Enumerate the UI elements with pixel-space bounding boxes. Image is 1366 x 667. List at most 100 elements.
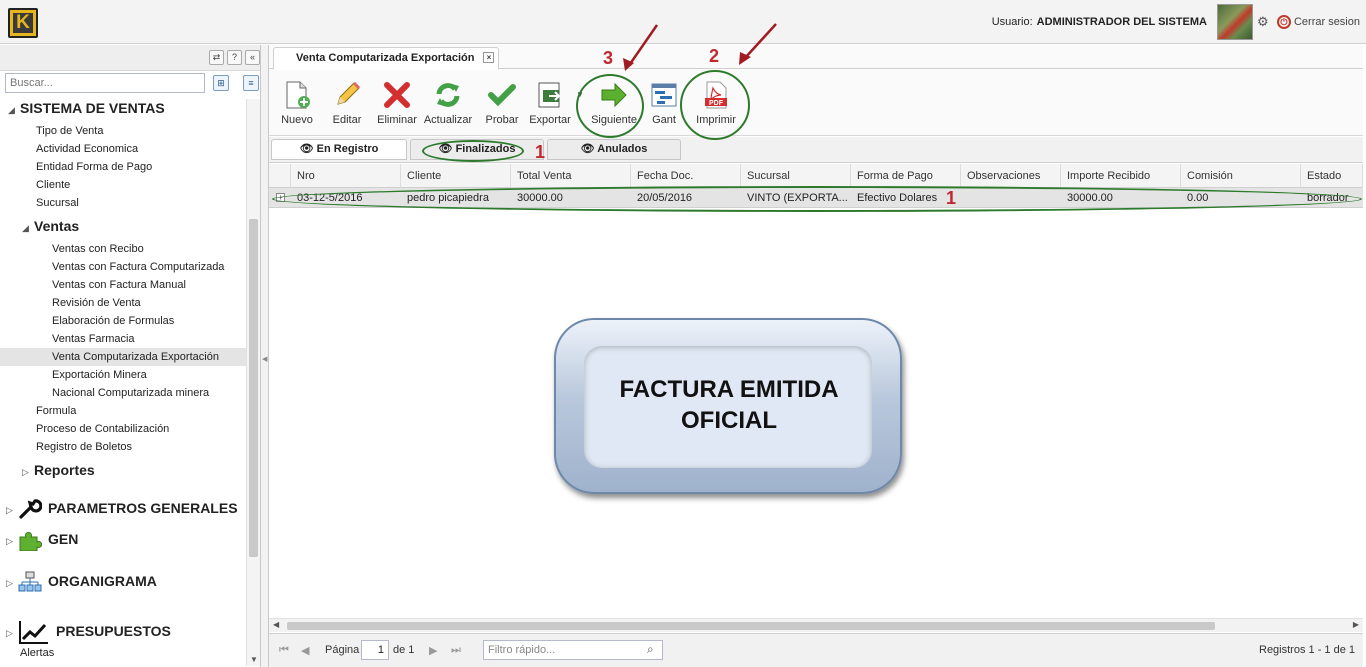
- col-header-sucursal[interactable]: Sucursal: [741, 164, 851, 188]
- refresh-icon: [433, 80, 463, 110]
- col-header-estado[interactable]: Estado: [1301, 164, 1363, 188]
- next-page-icon[interactable]: ▶: [429, 644, 437, 657]
- refresh-icon[interactable]: ⇄: [209, 50, 224, 65]
- tree-module-parametros[interactable]: ▷ PARAMETROS GENERALES: [6, 494, 246, 522]
- callout-inner: FACTURA EMITIDA OFICIAL: [584, 346, 872, 468]
- expand-all-icon[interactable]: ⊞: [213, 75, 229, 91]
- expand-row-icon[interactable]: +: [276, 193, 285, 202]
- quick-filter-input[interactable]: Filtro rápido...: [483, 640, 663, 660]
- last-page-icon[interactable]: ⏭: [451, 644, 461, 657]
- tree-item-farmacia[interactable]: Ventas Farmacia: [52, 330, 246, 348]
- col-header-nro[interactable]: Nro: [291, 164, 401, 188]
- probar-button[interactable]: Probar: [483, 80, 521, 126]
- col-header-total[interactable]: Total Venta: [511, 164, 631, 188]
- tree-section-label: SISTEMA DE VENTAS: [20, 100, 165, 116]
- tree-item-entidad[interactable]: Entidad Forma de Pago: [36, 158, 246, 176]
- tree-item-actividad[interactable]: Actividad Economica: [36, 140, 246, 158]
- grid-horizontal-scrollbar[interactable]: ◀ ▶: [269, 618, 1363, 632]
- col-header-fecha[interactable]: Fecha Doc.: [631, 164, 741, 188]
- close-icon[interactable]: ×: [483, 52, 495, 63]
- svg-text:PDF: PDF: [709, 100, 724, 107]
- scrollbar-thumb[interactable]: [249, 219, 258, 557]
- tree-item-cliente[interactable]: Cliente: [36, 176, 246, 194]
- avatar[interactable]: [1216, 4, 1253, 40]
- status-tabs: 👁 En Registro 👁 Finalizados 👁 Anulados: [269, 137, 1363, 163]
- wrench-icon: [19, 499, 42, 519]
- tree-item-formulas[interactable]: Elaboración de Formulas: [52, 312, 246, 330]
- actualizar-button[interactable]: Actualizar: [423, 80, 473, 126]
- logout-link[interactable]: Cerrar sesion: [1294, 16, 1360, 28]
- tree-item-ventas-factura-manual[interactable]: Ventas con Factura Manual: [52, 276, 246, 294]
- tab-en-registro[interactable]: 👁 En Registro: [271, 139, 407, 160]
- siguiente-button[interactable]: Siguiente: [589, 80, 639, 126]
- tree-module-organigrama[interactable]: ▷ ORGANIGRAMA: [6, 567, 246, 595]
- scrollbar-thumb[interactable]: [287, 622, 1215, 630]
- cell-cliente: pedro picapiedra: [407, 192, 489, 204]
- tree-item-boletos[interactable]: Registro de Boletos: [36, 438, 246, 456]
- col-header-observaciones[interactable]: Observaciones: [961, 164, 1061, 188]
- col-header-cliente[interactable]: Cliente: [401, 164, 511, 188]
- tree-item-tipo-venta[interactable]: Tipo de Venta: [36, 122, 246, 140]
- imprimir-button[interactable]: PDF Imprimir: [693, 80, 739, 126]
- tree-item-sucursal[interactable]: Sucursal: [36, 194, 246, 212]
- scroll-down-icon[interactable]: ▼: [250, 655, 258, 664]
- search-input[interactable]: [5, 73, 205, 93]
- tab-venta-exportacion[interactable]: Venta Computarizada Exportación ×: [273, 47, 500, 70]
- toolbar-label: Exportar: [529, 114, 571, 126]
- first-page-icon[interactable]: ⏮: [279, 644, 289, 657]
- collapse-icon[interactable]: «: [245, 50, 260, 65]
- editar-button[interactable]: Editar: [329, 80, 365, 126]
- list-icon[interactable]: ≡: [243, 75, 259, 91]
- user-area: Usuario: ADMINISTRADOR DEL SISTEMA ⚙ ⏻ C…: [992, 0, 1366, 44]
- search-icon[interactable]: ⌕: [647, 642, 654, 657]
- scroll-left-icon[interactable]: ◀: [273, 620, 279, 629]
- col-header-comision[interactable]: Comisión: [1181, 164, 1301, 188]
- collapse-arrow-icon[interactable]: ◀: [262, 355, 267, 363]
- nuevo-button[interactable]: Nuevo: [279, 80, 315, 126]
- module-label: ORGANIGRAMA: [48, 573, 157, 589]
- arrow-right-icon: [599, 80, 629, 110]
- tree-item-venta-exportacion[interactable]: Venta Computarizada Exportación: [0, 348, 246, 366]
- tree-section-ventas[interactable]: ◢ SISTEMA DE VENTAS: [8, 99, 246, 117]
- tree-item-formula[interactable]: Formula: [36, 402, 246, 420]
- annotation-number-3: 3: [603, 48, 614, 68]
- app-logo[interactable]: K: [8, 8, 38, 38]
- toolbar-label: Editar: [332, 114, 362, 126]
- sidebar-scrollbar[interactable]: ▼: [246, 99, 260, 666]
- power-icon[interactable]: ⏻: [1276, 15, 1291, 29]
- col-header-forma-pago[interactable]: Forma de Pago: [851, 164, 961, 188]
- tab-anulados[interactable]: 👁 Anulados: [547, 139, 681, 160]
- prev-page-icon[interactable]: ◀: [301, 644, 309, 657]
- page-number-input[interactable]: 1: [361, 640, 389, 660]
- table-row[interactable]: + 03-12-5/2016 pedro picapiedra 30000.00…: [269, 188, 1363, 208]
- tree-item-ventas-recibo[interactable]: Ventas con Recibo: [52, 240, 246, 258]
- tree-item-exportacion-minera[interactable]: Exportación Minera: [52, 366, 246, 384]
- tab-label: Venta Computarizada Exportación: [296, 52, 475, 64]
- tree-item-contabilizacion[interactable]: Proceso de Contabilización: [36, 420, 246, 438]
- tree-module-gen[interactable]: ▷ GEN: [6, 525, 246, 553]
- cell-importe: 30000.00: [1067, 192, 1113, 204]
- gant-button[interactable]: Gant: [649, 80, 679, 126]
- tab-finalizados[interactable]: 👁 Finalizados: [410, 139, 544, 160]
- dropdown-arrow-icon[interactable]: ▼: [576, 90, 584, 99]
- tree-folder-ventas[interactable]: ◢ Ventas: [22, 217, 246, 235]
- col-header-importe[interactable]: Importe Recibido: [1061, 164, 1181, 188]
- callout-text: FACTURA EMITIDA OFICIAL: [619, 376, 839, 434]
- records-count: Registros 1 - 1 de 1: [1259, 644, 1355, 656]
- tree-item-alertas[interactable]: Alertas: [20, 644, 246, 661]
- gear-icon[interactable]: ⚙: [1257, 15, 1271, 29]
- help-icon[interactable]: ?: [227, 50, 242, 65]
- exportar-button[interactable]: Exportar: [527, 80, 573, 126]
- module-label: PARAMETROS GENERALES: [48, 500, 238, 516]
- tree-module-presupuestos[interactable]: ▷ PRESUPUESTOS: [6, 617, 246, 645]
- panel-splitter[interactable]: ◀: [261, 45, 268, 667]
- eliminar-button[interactable]: Eliminar: [375, 80, 419, 126]
- tree-item-ventas-factura-comp[interactable]: Ventas con Factura Computarizada: [52, 258, 246, 276]
- tree-item-nacional-minera[interactable]: Nacional Computarizada minera: [52, 384, 246, 402]
- menu-tree: ◢ SISTEMA DE VENTAS Tipo de Venta Activid…: [0, 99, 246, 661]
- toolbar-label: Actualizar: [423, 114, 473, 126]
- scroll-right-icon[interactable]: ▶: [1353, 620, 1359, 629]
- toolbar-label: Siguiente: [591, 114, 637, 126]
- tree-item-revision[interactable]: Revisión de Venta: [52, 294, 246, 312]
- tree-folder-reportes[interactable]: ▷ Reportes: [22, 461, 246, 479]
